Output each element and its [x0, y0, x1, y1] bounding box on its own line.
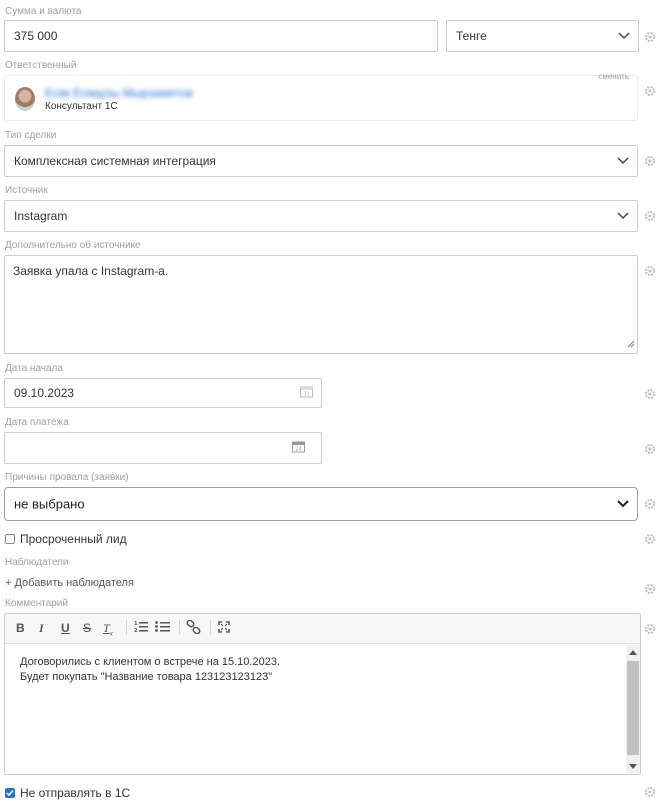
- gear-icon[interactable]: [644, 498, 656, 510]
- amount-label: Сумма и валюта: [5, 6, 82, 17]
- svg-text:1: 1: [134, 621, 138, 627]
- editor-toolbar: [5, 614, 640, 644]
- calendar-icon[interactable]: 24: [292, 441, 305, 456]
- start-date-input[interactable]: 09.10.2023 31: [4, 378, 322, 408]
- source-extra-textarea[interactable]: Заявка упала с Instagram-а.: [4, 255, 638, 354]
- gear-icon[interactable]: [644, 583, 656, 595]
- gear-icon[interactable]: [644, 533, 656, 545]
- calendar-icon[interactable]: 31: [300, 386, 313, 401]
- unordered-list-icon[interactable]: [155, 620, 170, 636]
- bold-icon[interactable]: B: [16, 621, 25, 635]
- gear-icon[interactable]: [644, 85, 656, 97]
- source-label: Источник: [5, 185, 48, 196]
- responsible-name[interactable]: Есім Есімұлы Мырзаметов: [45, 86, 193, 100]
- resize-handle[interactable]: [627, 337, 635, 351]
- fail-reason-value: не выбрано: [14, 496, 85, 512]
- fullscreen-icon[interactable]: [218, 621, 230, 636]
- scroll-down-arrow[interactable]: [629, 764, 637, 769]
- payment-date-input[interactable]: 24: [4, 432, 322, 464]
- link-icon[interactable]: [186, 619, 201, 637]
- responsible-label: Ответственный: [5, 60, 77, 71]
- amount-input[interactable]: 375 000: [4, 20, 438, 52]
- fail-reason-select[interactable]: не выбрано: [4, 487, 638, 521]
- payment-date-label: Дата платежа: [5, 417, 69, 428]
- source-select[interactable]: Instagram: [4, 200, 638, 232]
- comment-line: Договорились с клиентом о встрече на 15.…: [20, 656, 280, 668]
- gear-icon[interactable]: [644, 155, 656, 167]
- source-extra-label: Дополнительно об источнике: [5, 240, 141, 251]
- overdue-lead-checkbox[interactable]: [5, 534, 15, 544]
- toolbar-divider: [126, 620, 127, 635]
- amount-value: 375 000: [14, 29, 58, 43]
- observers-label: Наблюдатели: [5, 557, 69, 568]
- clear-format-icon[interactable]: Tx: [103, 621, 113, 637]
- change-responsible-link[interactable]: сменить: [598, 72, 629, 81]
- scroll-up-arrow[interactable]: [629, 650, 637, 655]
- currency-value: Тенге: [456, 29, 487, 43]
- no-send-label: Не отправлять в 1С: [20, 786, 131, 800]
- comment-editor[interactable]: Договорились с клиентом о встрече на 15.…: [4, 613, 641, 775]
- italic-icon[interactable]: I: [39, 621, 44, 636]
- add-observer-link[interactable]: + Добавить наблюдателя: [5, 577, 134, 589]
- deal-type-label: Тип сделки: [5, 130, 57, 141]
- no-send-checkbox[interactable]: [5, 788, 15, 798]
- comment-label: Комментарий: [5, 598, 68, 609]
- gear-icon[interactable]: [644, 388, 656, 400]
- responsible-role: Консультант 1С: [45, 101, 118, 112]
- start-date-value: 09.10.2023: [14, 386, 75, 400]
- comment-line: Будет покупать "Название товара 12312312…: [20, 671, 273, 683]
- deal-type-select[interactable]: Комплексная системная интеграция: [4, 145, 638, 177]
- gear-icon[interactable]: [644, 210, 656, 222]
- scrollbar[interactable]: [626, 645, 640, 774]
- fail-reason-label: Причины провала (заявки): [5, 472, 129, 483]
- ordered-list-icon[interactable]: 12: [134, 620, 148, 636]
- svg-text:31: 31: [303, 392, 309, 398]
- svg-text:2: 2: [134, 628, 138, 633]
- gear-icon[interactable]: [644, 265, 656, 277]
- responsible-card: Есім Есімұлы Мырзаметов Консультант 1С с…: [4, 72, 638, 121]
- chevron-down-icon: [617, 154, 629, 168]
- chevron-down-icon: [618, 29, 630, 43]
- gear-icon[interactable]: [644, 623, 656, 635]
- currency-select[interactable]: Тенге: [446, 20, 639, 52]
- chevron-down-icon: [617, 497, 629, 511]
- scroll-thumb[interactable]: [627, 661, 639, 755]
- overdue-lead-label: Просроченный лид: [20, 532, 127, 546]
- toolbar-divider: [179, 620, 180, 635]
- deal-type-value: Комплексная системная интеграция: [14, 154, 216, 168]
- gear-icon[interactable]: [644, 443, 656, 455]
- source-extra-value: Заявка упала с Instagram-а.: [13, 264, 169, 278]
- svg-text:24: 24: [295, 447, 301, 453]
- toolbar-divider: [210, 620, 211, 635]
- chevron-down-icon: [617, 209, 629, 223]
- comment-body[interactable]: Договорились с клиентом о встрече на 15.…: [5, 645, 626, 774]
- avatar: [15, 87, 35, 111]
- start-date-label: Дата начала: [5, 363, 63, 374]
- underline-icon[interactable]: U: [61, 621, 70, 635]
- strikethrough-icon[interactable]: S: [83, 621, 91, 635]
- source-value: Instagram: [14, 209, 68, 223]
- gear-icon[interactable]: [644, 786, 656, 798]
- gear-icon[interactable]: [644, 31, 656, 43]
